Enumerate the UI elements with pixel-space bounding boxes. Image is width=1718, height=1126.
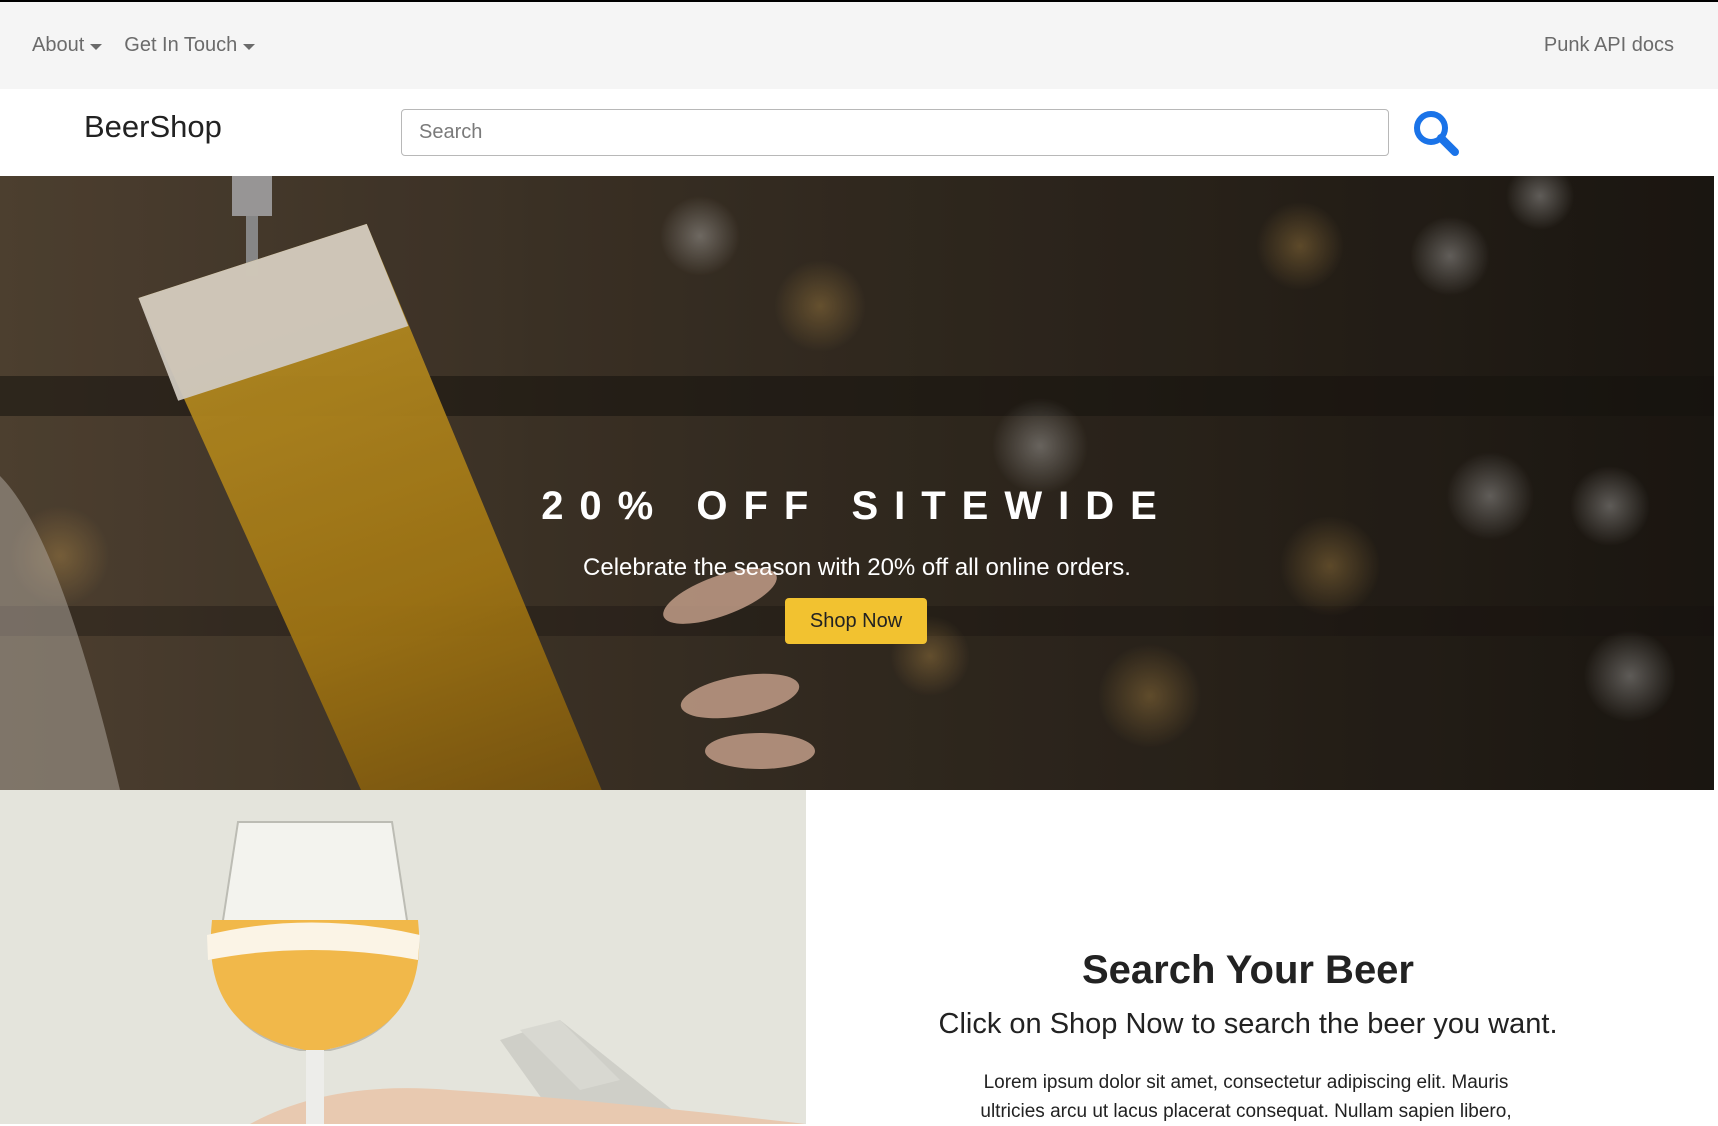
caret-down-icon [243,43,256,50]
search-icon [1414,111,1459,156]
top-navbar: About Get In Touch Punk API docs [0,0,1718,89]
hero-title: 20% OFF SITEWIDE [541,484,1173,528]
brand-logo-text[interactable]: BeerShop [84,109,222,145]
feature-image [0,790,806,1124]
feature-title: Search Your Beer [1081,948,1414,992]
punk-api-docs-link[interactable]: Punk API docs [1544,34,1674,57]
beer-glass-image [0,790,806,1124]
feature-subtitle: Click on Shop Now to search the beer you… [938,1008,1558,1040]
nav-dropdown-about[interactable]: About [32,34,103,57]
hero-content: 20% OFF SITEWIDE Celebrate the season wi… [0,176,1714,790]
feature-body-text: Lorem ipsum dolor sit amet, consectetur … [980,1072,1512,1122]
nav-dropdown-get-in-touch[interactable]: Get In Touch [124,34,256,57]
hero-banner: 20% OFF SITEWIDE Celebrate the season wi… [0,176,1714,790]
search-button[interactable] [1410,107,1462,159]
hero-subtitle: Celebrate the season with 20% off all on… [583,554,1131,581]
nav-get-in-touch-label: Get In Touch [124,34,238,56]
feature-section: Search Your Beer Click on Shop Now to se… [806,790,1718,1124]
caret-down-icon [90,43,103,50]
brand-search-bar: BeerShop [0,89,1718,176]
nav-about-label: About [32,34,85,56]
shop-now-button[interactable]: Shop Now [785,598,927,644]
search-input[interactable] [401,109,1389,156]
